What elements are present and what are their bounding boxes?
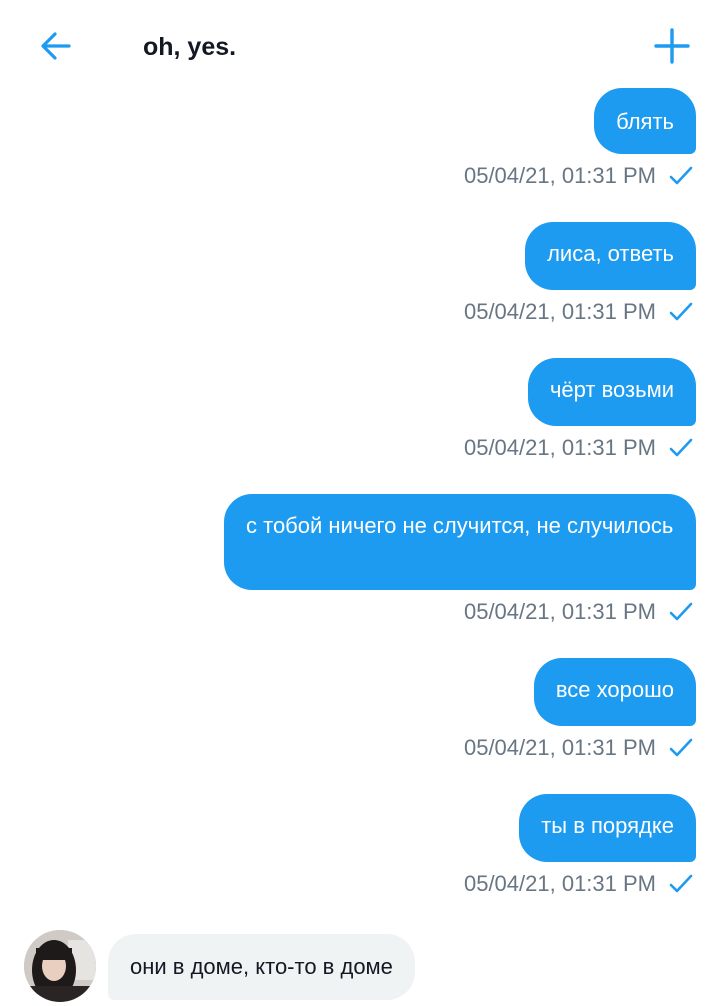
checkmark-icon <box>669 738 693 757</box>
message-timestamp: 05/04/21, 01:31 PM <box>463 435 656 460</box>
back-button[interactable] <box>30 20 82 72</box>
checkmark-icon <box>669 438 693 457</box>
message-meta: 05/04/21, 01:31 PM <box>464 734 694 762</box>
message-timestamp: 05/04/21, 01:31 PM <box>463 163 656 188</box>
plus-icon <box>654 28 690 64</box>
message-bubble[interactable]: блять <box>594 88 696 154</box>
arrow-left-icon <box>41 32 71 60</box>
conversation-header: oh, yes. <box>0 0 720 96</box>
add-button[interactable] <box>646 20 698 72</box>
message-meta: 05/04/21, 01:31 PM <box>464 298 694 326</box>
message-bubble[interactable]: все хорошо <box>533 658 696 726</box>
message-bubble[interactable]: ты в порядке <box>519 794 696 862</box>
message-bubble[interactable]: с тобой ничего не случится, не случилось <box>224 494 696 590</box>
conversation-title: oh, yes. <box>143 33 237 61</box>
checkmark-icon <box>669 874 693 893</box>
message-meta: 05/04/21, 01:31 PM <box>464 434 694 462</box>
message-timestamp: 05/04/21, 01:31 PM <box>463 735 656 760</box>
incoming-message-bubble[interactable]: они в доме, кто-то в доме <box>108 934 415 1000</box>
avatar[interactable] <box>24 930 96 1002</box>
message-bubble[interactable]: лиса, ответь <box>525 222 696 290</box>
message-timestamp: 05/04/21, 01:31 PM <box>463 599 656 624</box>
message-meta: 05/04/21, 01:31 PM <box>464 870 694 898</box>
message-meta: 05/04/21, 01:31 PM <box>464 162 694 190</box>
checkmark-icon <box>669 602 693 621</box>
message-timestamp: 05/04/21, 01:31 PM <box>463 299 656 324</box>
message-meta: 05/04/21, 01:31 PM <box>464 598 694 626</box>
checkmark-icon <box>669 302 693 321</box>
message-bubble[interactable]: чёрт возьми <box>527 358 696 426</box>
message-timestamp: 05/04/21, 01:31 PM <box>463 871 656 896</box>
avatar-image <box>24 930 96 1002</box>
checkmark-icon <box>669 166 693 185</box>
